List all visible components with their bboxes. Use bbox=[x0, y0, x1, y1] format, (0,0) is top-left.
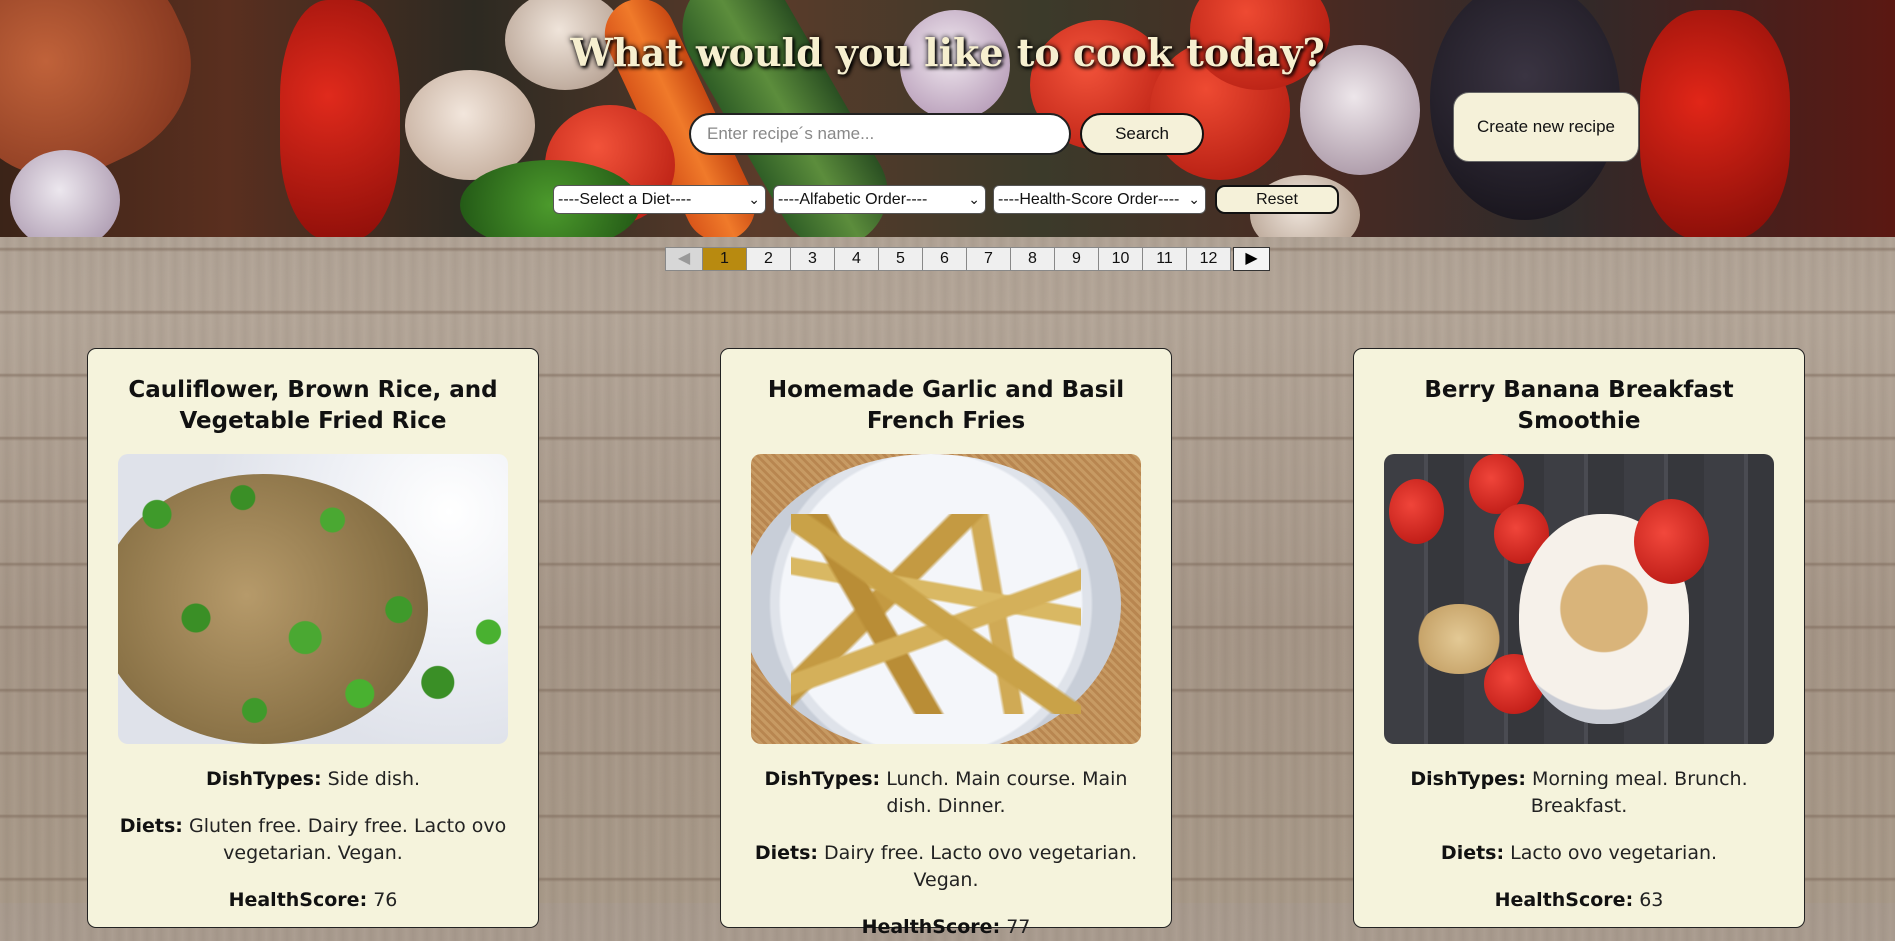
health-score-label: HealthScore: bbox=[1494, 889, 1634, 911]
next-page-button[interactable]: ▶ bbox=[1233, 247, 1270, 271]
dish-types-label: DishTypes: bbox=[764, 768, 881, 790]
diets-value: Lacto ovo vegetarian. bbox=[1510, 842, 1718, 864]
page-button-6[interactable]: 6 bbox=[922, 247, 967, 271]
chevron-down-icon: ⌄ bbox=[968, 191, 980, 207]
dish-types: DishTypes: Lunch. Main course. Main dish… bbox=[745, 766, 1147, 820]
health-score-value: 63 bbox=[1639, 889, 1664, 911]
chevron-down-icon: ⌄ bbox=[748, 191, 760, 207]
recipe-title: Berry Banana Breakfast Smoothie bbox=[1424, 377, 1734, 434]
dish-types-label: DishTypes: bbox=[1410, 768, 1526, 790]
health-score-order-select-value: ----Health-Score Order---- bbox=[998, 191, 1180, 208]
page-button-5[interactable]: 5 bbox=[878, 247, 923, 271]
dish-types-value: Side dish. bbox=[327, 768, 421, 790]
dish-types: DishTypes: Side dish. bbox=[112, 766, 514, 793]
page-button-11[interactable]: 11 bbox=[1142, 247, 1187, 271]
fries-illustration bbox=[791, 514, 1081, 714]
peas-illustration bbox=[118, 464, 508, 744]
dish-types-value: Lunch. Main course. Main dish. Dinner. bbox=[886, 768, 1128, 817]
page-button-8[interactable]: 8 bbox=[1010, 247, 1055, 271]
health-score: HealthScore: 76 bbox=[112, 887, 514, 914]
dish-types: DishTypes: Morning meal. Brunch. Breakfa… bbox=[1378, 766, 1780, 820]
reset-button[interactable]: Reset bbox=[1215, 185, 1339, 214]
page-button-4[interactable]: 4 bbox=[834, 247, 879, 271]
health-score-value: 77 bbox=[1006, 916, 1031, 938]
page-button-1[interactable]: 1 bbox=[702, 247, 747, 271]
recipe-image bbox=[118, 454, 508, 744]
recipe-title: Homemade Garlic and Basil French Fries bbox=[767, 377, 1125, 434]
diets: Diets: Gluten free. Dairy free. Lacto ov… bbox=[112, 813, 514, 867]
page-button-7[interactable]: 7 bbox=[966, 247, 1011, 271]
strawberry-illustration bbox=[1634, 499, 1709, 584]
health-score-label: HealthScore: bbox=[228, 889, 368, 911]
diets-value: Dairy free. Lacto ovo vegetarian. Vegan. bbox=[824, 842, 1138, 891]
header-banner: What would you like to cook today? Searc… bbox=[0, 0, 1895, 237]
diets-label: Diets: bbox=[1440, 842, 1505, 864]
health-score: HealthScore: 77 bbox=[745, 914, 1147, 941]
dish-types-value: Morning meal. Brunch. Breakfast. bbox=[1530, 768, 1748, 817]
alphabetic-order-select-value: ----Alfabetic Order---- bbox=[778, 191, 928, 208]
page-button-10[interactable]: 10 bbox=[1098, 247, 1143, 271]
diets-value: Gluten free. Dairy free. Lacto ovo veget… bbox=[188, 815, 507, 864]
health-score: HealthScore: 63 bbox=[1378, 887, 1780, 914]
search-button[interactable]: Search bbox=[1080, 113, 1204, 155]
health-score-value: 76 bbox=[373, 889, 398, 911]
create-recipe-button[interactable]: Create new recipe bbox=[1453, 92, 1639, 162]
search-input[interactable] bbox=[689, 113, 1071, 155]
diets-label: Diets: bbox=[754, 842, 818, 864]
diets: Diets: Dairy free. Lacto ovo vegetarian.… bbox=[745, 840, 1147, 894]
diets: Diets: Lacto ovo vegetarian. bbox=[1378, 840, 1780, 867]
recipe-card[interactable]: Cauliflower, Brown Rice, and Vegetable F… bbox=[87, 348, 539, 928]
health-score-order-select[interactable]: ----Health-Score Order---- ⌄ bbox=[993, 185, 1206, 214]
diet-select[interactable]: ----Select a Diet---- ⌄ bbox=[553, 185, 766, 214]
pagination: ◀ 1 2 3 4 5 6 7 8 9 10 11 12 ▶ bbox=[665, 247, 1270, 271]
page-button-2[interactable]: 2 bbox=[746, 247, 791, 271]
page-button-9[interactable]: 9 bbox=[1054, 247, 1099, 271]
diets-label: Diets: bbox=[119, 815, 183, 837]
strawberry-illustration bbox=[1389, 479, 1444, 544]
dish-types-label: DishTypes: bbox=[205, 768, 322, 790]
recipe-image bbox=[751, 454, 1141, 744]
recipe-image bbox=[1384, 454, 1774, 744]
health-score-label: HealthScore: bbox=[861, 916, 1001, 938]
prev-page-button[interactable]: ◀ bbox=[665, 247, 703, 271]
diet-select-value: ----Select a Diet---- bbox=[558, 191, 692, 208]
alphabetic-order-select[interactable]: ----Alfabetic Order---- ⌄ bbox=[773, 185, 986, 214]
recipe-card[interactable]: Homemade Garlic and Basil French Fries D… bbox=[720, 348, 1172, 938]
page-title: What would you like to cook today? bbox=[570, 30, 1325, 75]
recipe-title: Cauliflower, Brown Rice, and Vegetable F… bbox=[128, 377, 498, 434]
chevron-down-icon: ⌄ bbox=[1188, 191, 1200, 207]
page-button-3[interactable]: 3 bbox=[790, 247, 835, 271]
page-button-12[interactable]: 12 bbox=[1186, 247, 1231, 271]
recipe-card[interactable]: Berry Banana Breakfast Smoothie DishType… bbox=[1353, 348, 1805, 928]
